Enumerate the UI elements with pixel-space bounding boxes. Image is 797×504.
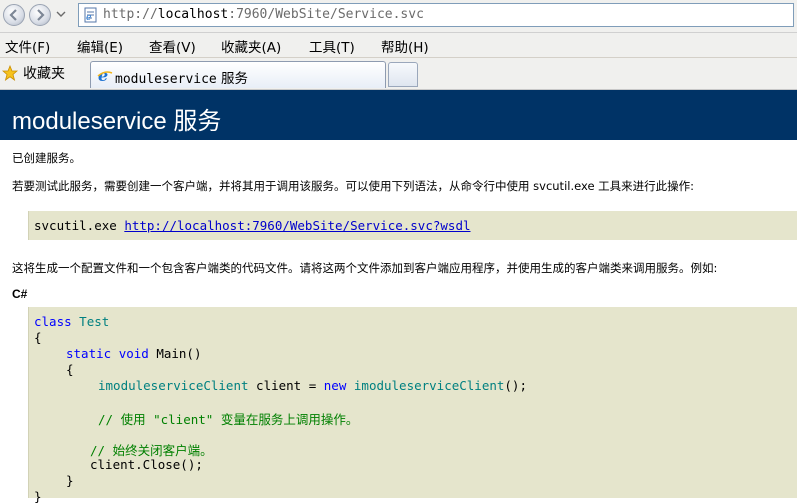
star-icon: [2, 65, 18, 81]
new-tab-button[interactable]: [388, 62, 418, 87]
wsdl-link[interactable]: http://localhost:7960/WebSite/Service.sv…: [124, 218, 470, 233]
command-line: svcutil.exe http://localhost:7960/WebSit…: [34, 218, 471, 233]
ie-page-icon: e: [97, 67, 113, 83]
page-title: moduleservice 服务: [12, 108, 222, 135]
tab-moduleservice[interactable]: e moduleservice 服务: [90, 61, 386, 88]
instructions-text: 这将生成一个配置文件和一个包含客户端类的代码文件。请将这两个文件添加到客户端应用…: [12, 261, 718, 275]
code-line: class Test: [34, 314, 110, 329]
menu-help[interactable]: 帮助(H): [381, 36, 429, 56]
page-header: moduleservice 服务: [0, 90, 797, 140]
code-sample: class Test { static void Main() { imodul…: [28, 307, 797, 504]
url-text: http://localhost:7960/WebSite/Service.sv…: [103, 7, 424, 22]
code-comment: // 使用 "client" 变量在服务上调用操作。: [98, 412, 359, 427]
code-line: static void Main(): [66, 346, 202, 361]
history-dropdown-icon[interactable]: [56, 8, 66, 20]
back-button[interactable]: [3, 4, 25, 26]
favorites-label: 收藏夹: [23, 66, 65, 82]
command-box: svcutil.exe http://localhost:7960/WebSit…: [28, 211, 797, 240]
favorites-tab-bar: 收藏夹 e moduleservice 服务: [0, 58, 797, 90]
language-label: C#: [12, 287, 28, 301]
code-line: {: [34, 330, 42, 345]
menu-tools[interactable]: 工具(T): [309, 36, 355, 56]
code-line: client.Close();: [90, 457, 203, 472]
code-line: {: [66, 362, 74, 377]
menu-view[interactable]: 查看(V): [149, 36, 196, 56]
menu-edit[interactable]: 编辑(E): [77, 36, 123, 56]
code-line: }: [66, 473, 74, 488]
svg-text:e: e: [86, 13, 91, 23]
forward-arrow-icon: [37, 9, 45, 21]
service-created-text: 已创建服务。: [12, 151, 81, 165]
url-input[interactable]: e http://localhost:7960/WebSite/Service.…: [78, 3, 794, 27]
code-line: imoduleserviceClient client = new imodul…: [98, 378, 527, 393]
menu-file[interactable]: 文件(F): [5, 36, 50, 56]
forward-button[interactable]: [29, 4, 51, 26]
tab-title: moduleservice 服务: [115, 71, 249, 87]
menu-favorites[interactable]: 收藏夹(A): [221, 36, 281, 56]
code-line: }: [34, 489, 42, 504]
page-icon: e: [84, 7, 97, 23]
back-arrow-icon: [9, 9, 17, 21]
menu-bar: 文件(F) 编辑(E) 查看(V) 收藏夹(A) 工具(T) 帮助(H): [0, 33, 797, 58]
address-bar-row: e http://localhost:7960/WebSite/Service.…: [0, 0, 797, 33]
intro-text: 若要测试此服务，需要创建一个客户端，并将其用于调用该服务。可以使用下列语法，从命…: [12, 179, 695, 193]
